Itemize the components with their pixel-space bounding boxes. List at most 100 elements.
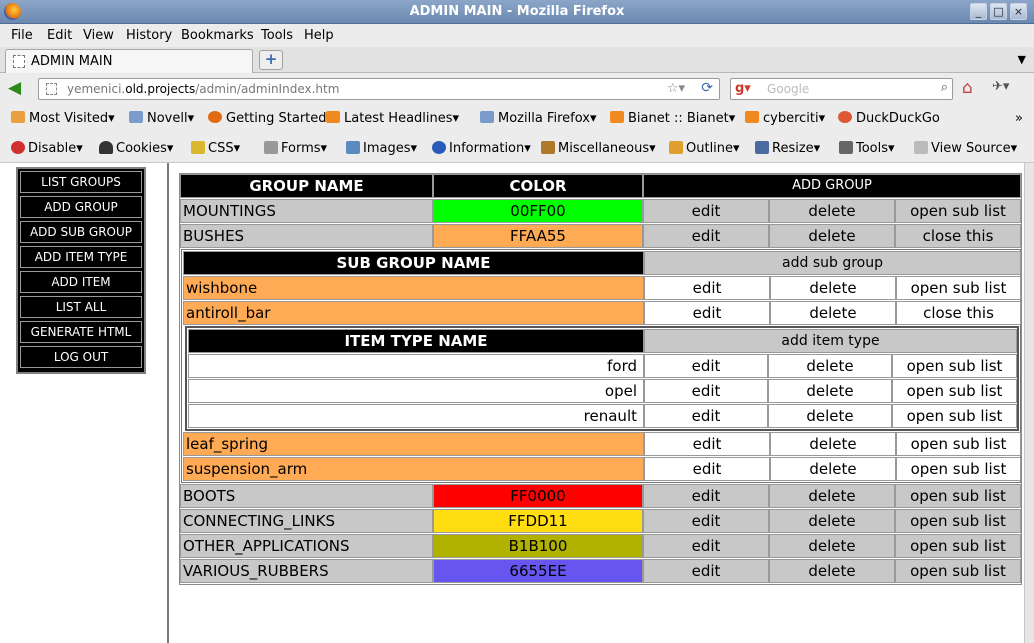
add-group-link[interactable]: ADD GROUP xyxy=(643,174,1021,198)
close-this-button[interactable]: close this xyxy=(896,301,1021,325)
delete-button[interactable]: delete xyxy=(768,354,892,378)
bookmark-novell[interactable]: Novell▾ xyxy=(129,111,194,126)
dev-images[interactable]: Images▾ xyxy=(346,141,417,156)
delete-button[interactable]: delete xyxy=(769,484,895,508)
search-icon[interactable]: ⌕ xyxy=(941,80,948,95)
edit-button[interactable]: edit xyxy=(644,457,770,481)
chevron-right-icon[interactable]: » xyxy=(1015,111,1023,126)
delete-button[interactable]: delete xyxy=(770,276,896,300)
star-icon[interactable]: ☆▾ xyxy=(667,81,685,96)
delete-button[interactable]: delete xyxy=(769,199,895,223)
sidebar-link-add-group[interactable]: ADD GROUP xyxy=(20,196,142,218)
url-text[interactable]: yemenici.old.projects/admin/adminIndex.h… xyxy=(67,82,339,96)
add-itemtype-link[interactable]: add item type xyxy=(644,329,1017,353)
subgroup-name: leaf_spring xyxy=(183,432,644,456)
bookmark-bianet[interactable]: Bianet :: Bianet▾ xyxy=(610,111,735,126)
menu-history[interactable]: History xyxy=(126,28,172,43)
delete-button[interactable]: delete xyxy=(770,301,896,325)
dev-css[interactable]: CSS▾ xyxy=(191,141,240,156)
edit-button[interactable]: edit xyxy=(644,354,768,378)
close-icon[interactable]: × xyxy=(1010,3,1027,20)
dev-cookies[interactable]: Cookies▾ xyxy=(99,141,173,156)
chevron-down-icon[interactable]: ▼ xyxy=(1018,53,1026,66)
menu-edit[interactable]: Edit xyxy=(47,28,72,43)
vertical-scrollbar[interactable] xyxy=(1024,163,1034,643)
close-this-button[interactable]: close this xyxy=(895,224,1021,248)
sidebar-link-generate-html[interactable]: GENERATE HTML xyxy=(20,321,142,343)
open-sub-list-button[interactable]: open sub list xyxy=(892,354,1017,378)
sidebar-link-list-groups[interactable]: LIST GROUPS xyxy=(20,171,142,193)
delete-button[interactable]: delete xyxy=(769,224,895,248)
sidebar-link-add-item-type[interactable]: ADD ITEM TYPE xyxy=(20,246,142,268)
dev-resize[interactable]: Resize▾ xyxy=(755,141,820,156)
bookmark-label: Most Visited xyxy=(29,111,109,126)
edit-button[interactable]: edit xyxy=(644,404,768,428)
minimize-icon[interactable]: _ xyxy=(970,3,987,20)
group-name: OTHER_APPLICATIONS xyxy=(180,534,433,558)
bookmark-mozilla-firefox[interactable]: Mozilla Firefox▾ xyxy=(480,111,596,126)
maximize-icon[interactable]: □ xyxy=(990,3,1007,20)
delete-button[interactable]: delete xyxy=(770,432,896,456)
open-sub-list-button[interactable]: open sub list xyxy=(895,509,1021,533)
menu-file[interactable]: File xyxy=(11,28,33,43)
dev-tools[interactable]: Tools▾ xyxy=(839,141,895,156)
bookmark-cyberciti[interactable]: cyberciti▾ xyxy=(745,111,825,126)
delete-button[interactable]: delete xyxy=(768,379,892,403)
open-sub-list-button[interactable]: open sub list xyxy=(892,379,1017,403)
bookmark-getting-started[interactable]: Getting Started xyxy=(208,111,327,126)
sidebar-link-log-out[interactable]: LOG OUT xyxy=(20,346,142,368)
open-sub-list-button[interactable]: open sub list xyxy=(896,457,1021,481)
edit-button[interactable]: edit xyxy=(643,559,769,583)
open-sub-list-button[interactable]: open sub list xyxy=(895,534,1021,558)
home-icon[interactable]: ⌂ xyxy=(962,78,973,98)
tab-admin-main[interactable]: ADMIN MAIN xyxy=(5,49,253,73)
bookmark-latest-headlines[interactable]: Latest Headlines▾ xyxy=(326,111,459,126)
menu-view[interactable]: View xyxy=(83,28,114,43)
edit-button[interactable]: edit xyxy=(644,432,770,456)
open-sub-list-button[interactable]: open sub list xyxy=(895,199,1021,223)
search-box[interactable]: g▾ Google ⌕ xyxy=(730,78,953,100)
url-bar[interactable]: yemenici.old.projects/admin/adminIndex.h… xyxy=(38,78,720,100)
search-input[interactable]: Google xyxy=(767,82,809,96)
delete-button[interactable]: delete xyxy=(769,509,895,533)
dev-information[interactable]: Information▾ xyxy=(432,141,531,156)
extension-icon[interactable]: ✈▾ xyxy=(992,79,1009,94)
dev-view-source[interactable]: View Source▾ xyxy=(914,141,1017,156)
delete-button[interactable]: delete xyxy=(768,404,892,428)
google-icon[interactable]: g▾ xyxy=(735,81,751,96)
edit-button[interactable]: edit xyxy=(643,484,769,508)
add-subgroup-link[interactable]: add sub group xyxy=(644,251,1021,275)
edit-button[interactable]: edit xyxy=(643,224,769,248)
edit-button[interactable]: edit xyxy=(643,199,769,223)
delete-button[interactable]: delete xyxy=(769,534,895,558)
open-sub-list-button[interactable]: open sub list xyxy=(892,404,1017,428)
edit-button[interactable]: edit xyxy=(643,534,769,558)
sidebar-link-add-item[interactable]: ADD ITEM xyxy=(20,271,142,293)
menu-bookmarks[interactable]: Bookmarks xyxy=(181,28,254,43)
open-sub-list-button[interactable]: open sub list xyxy=(895,559,1021,583)
dev-forms[interactable]: Forms▾ xyxy=(264,141,327,156)
dev-miscellaneous[interactable]: Miscellaneous▾ xyxy=(541,141,656,156)
dev-disable[interactable]: Disable▾ xyxy=(11,141,83,156)
bookmark-duckduckgo[interactable]: DuckDuckGo xyxy=(838,111,940,126)
sidebar-link-add-sub-group[interactable]: ADD SUB GROUP xyxy=(20,221,142,243)
back-arrow-icon[interactable]: ◀ xyxy=(8,80,28,98)
edit-button[interactable]: edit xyxy=(644,301,770,325)
open-sub-list-button[interactable]: open sub list xyxy=(896,276,1021,300)
group-color: 00FF00 xyxy=(433,199,643,223)
menu-tools[interactable]: Tools xyxy=(261,28,293,43)
open-sub-list-button[interactable]: open sub list xyxy=(895,484,1021,508)
delete-button[interactable]: delete xyxy=(770,457,896,481)
edit-button[interactable]: edit xyxy=(644,379,768,403)
bookmark-most-visited[interactable]: Most Visited▾ xyxy=(11,111,115,126)
dev-outline[interactable]: Outline▾ xyxy=(669,141,740,156)
menu-help[interactable]: Help xyxy=(304,28,334,43)
reload-icon[interactable]: ⟳ xyxy=(701,80,713,96)
frame-divider[interactable] xyxy=(167,163,169,643)
delete-button[interactable]: delete xyxy=(769,559,895,583)
new-tab-button[interactable]: + xyxy=(259,50,283,70)
edit-button[interactable]: edit xyxy=(643,509,769,533)
sidebar-link-list-all[interactable]: LIST ALL xyxy=(20,296,142,318)
open-sub-list-button[interactable]: open sub list xyxy=(896,432,1021,456)
edit-button[interactable]: edit xyxy=(644,276,770,300)
